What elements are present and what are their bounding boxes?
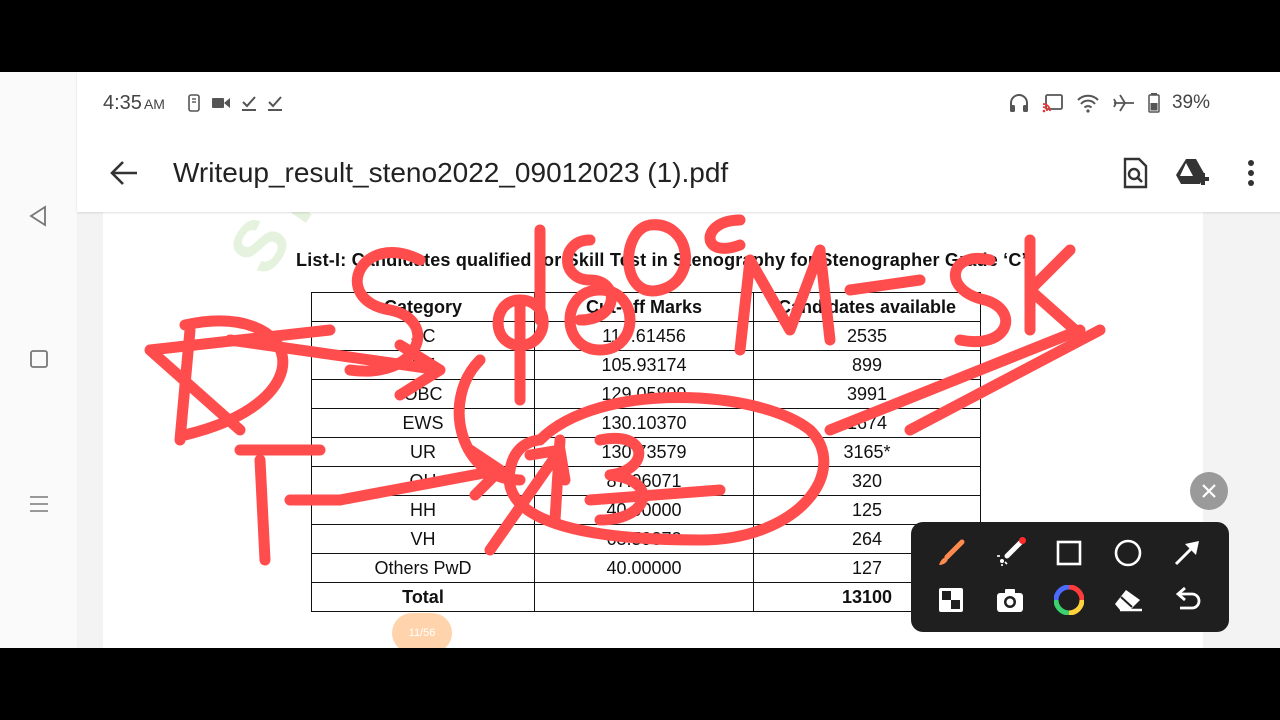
table-cell: 130.73579	[534, 437, 754, 467]
status-bar: 4:35 AM 39%	[77, 72, 1280, 136]
video-recording-icon	[212, 98, 230, 108]
arrow-tool-icon[interactable]	[1167, 533, 1207, 573]
table-header-row: Category Cut-off Marks Candidates availa…	[311, 292, 981, 322]
circle-tool-icon[interactable]	[1108, 533, 1148, 573]
table-row: EWS 130.10370 1674	[311, 408, 981, 438]
table-cell: 40.00000	[534, 495, 754, 525]
color-picker-tool-icon[interactable]	[1049, 580, 1089, 620]
active-indicator-dot	[1019, 537, 1026, 544]
table-cell: 3991	[753, 379, 981, 409]
table-row: VH 63.59872 264	[311, 524, 981, 554]
system-status-icons: 39%	[1008, 92, 1210, 114]
table-cell: Others PwD	[311, 553, 535, 583]
table-cell: 105.93174	[534, 350, 754, 380]
app-bar-actions	[1106, 150, 1280, 196]
back-nav-icon[interactable]	[22, 199, 56, 233]
table-row: OH 87.96071 320	[311, 466, 981, 496]
table-cell: 87.96071	[534, 466, 754, 496]
column-header: Category	[311, 292, 535, 322]
table-row: HH 40.00000 125	[311, 495, 981, 525]
total-label: Total	[311, 582, 535, 612]
find-in-document-icon[interactable]	[1106, 150, 1164, 196]
table-cell: SC	[311, 321, 535, 351]
table-cell: 129.05899	[534, 379, 754, 409]
table-cell: 2535	[753, 321, 981, 351]
list-heading: List-I: Candidates qualified for Skill T…	[296, 250, 1033, 270]
table-cell	[534, 582, 754, 612]
pen-tool-icon[interactable]	[931, 533, 971, 573]
phone-notification-icon	[188, 94, 200, 112]
table-cell: UR	[311, 437, 535, 467]
notification-icons	[187, 94, 283, 112]
table-cell: 320	[753, 466, 981, 496]
table-cell: ST	[311, 350, 535, 380]
table-row: ST 105.93174 899	[311, 350, 981, 380]
table-cell: 114.61456	[534, 321, 754, 351]
status-ampm: AM	[143, 96, 165, 112]
whiteboard-tool-icon[interactable]	[931, 580, 971, 620]
table-row: UR 130.73579 3165*	[311, 437, 981, 467]
total-row: Total 13100	[311, 582, 981, 612]
table-cell: 130.10370	[534, 408, 754, 438]
table-row: SC 114.61456 2535	[311, 321, 981, 351]
undo-tool-icon[interactable]	[1167, 580, 1207, 620]
airplane-mode-icon	[1113, 94, 1134, 112]
column-header: Candidates available	[753, 292, 981, 322]
table-cell: OH	[311, 466, 535, 496]
table-row: Others PwD 40.00000 127	[311, 553, 981, 583]
table-cell: 125	[753, 495, 981, 525]
table-cell: HH	[311, 495, 535, 525]
cast-icon	[1042, 94, 1063, 113]
table-cell: 1674	[753, 408, 981, 438]
back-arrow-icon[interactable]	[103, 152, 145, 194]
wifi-icon	[1077, 94, 1099, 113]
document-title: Writeup_result_steno2022_09012023 (1).pd…	[173, 157, 729, 188]
top-app-area: 4:35 AM 39% Writeup_result_steno2022_0901…	[77, 72, 1280, 212]
battery-icon	[1148, 93, 1160, 113]
column-header: Cut-off Marks	[534, 292, 754, 322]
rectangle-tool-icon[interactable]	[1049, 533, 1089, 573]
checkmark-notification-icon-2	[268, 96, 282, 111]
more-options-icon[interactable]	[1222, 150, 1280, 196]
battery-percent: 39%	[1171, 92, 1210, 113]
table-cell: OBC	[311, 379, 535, 409]
table-row: OBC 129.05899 3991	[311, 379, 981, 409]
recents-nav-icon[interactable]	[22, 487, 56, 521]
close-icon	[1202, 484, 1216, 498]
table-cell: VH	[311, 524, 535, 554]
navigation-bar	[0, 72, 77, 648]
laser-pointer-tool-icon[interactable]	[990, 533, 1030, 573]
annotation-toolbar	[911, 522, 1229, 632]
checkmark-notification-icon	[242, 96, 256, 111]
screenshot-tool-icon[interactable]	[990, 580, 1030, 620]
add-to-drive-icon[interactable]	[1164, 150, 1222, 196]
status-time: 4:35 AM	[103, 92, 165, 114]
headphones-icon	[1009, 94, 1028, 112]
results-table: Category Cut-off Marks Candidates availa…	[311, 292, 981, 612]
home-nav-icon[interactable]	[22, 342, 56, 376]
pdf-app-bar: Writeup_result_steno2022_09012023 (1).pd…	[77, 136, 1280, 212]
table-cell: 63.59872	[534, 524, 754, 554]
page-indicator: 11/56	[392, 613, 452, 648]
table-cell: EWS	[311, 408, 535, 438]
table-cell: 40.00000	[534, 553, 754, 583]
table-cell: 3165*	[753, 437, 981, 467]
eraser-tool-icon[interactable]	[1108, 580, 1148, 620]
table-cell: 899	[753, 350, 981, 380]
close-annotation-button[interactable]	[1190, 472, 1228, 510]
